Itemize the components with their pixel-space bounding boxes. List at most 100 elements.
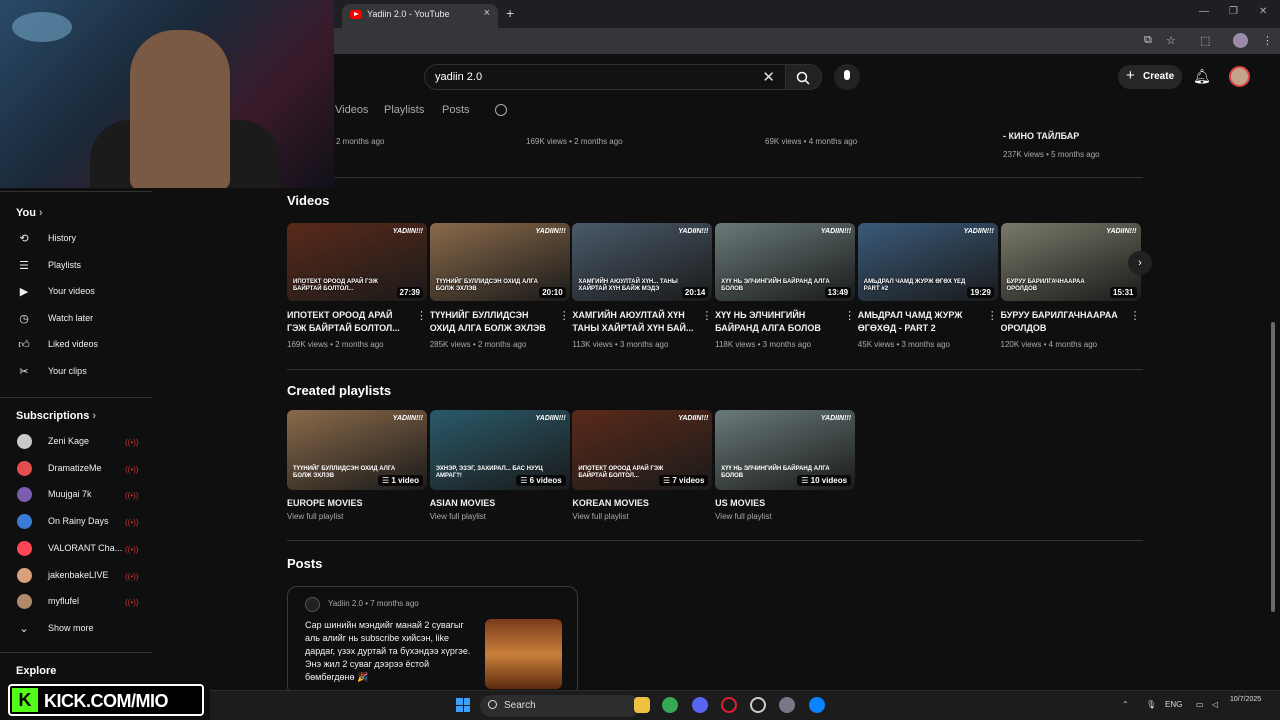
extensions-icon[interactable]: ⬚ — [1200, 34, 1210, 47]
playlist-title[interactable]: KOREAN MOVIES — [572, 498, 712, 508]
search-box[interactable]: yadiin 2.0 ✕ — [424, 64, 786, 90]
subscription-item[interactable]: Muujgai 7k ((•)) — [0, 483, 150, 507]
taskbar-clock[interactable]: 10/7/2025 — [1230, 695, 1261, 705]
network-icon[interactable]: ▭ — [1196, 700, 1204, 709]
maximize-icon[interactable]: ❐ — [1229, 6, 1238, 17]
carousel-next-icon[interactable]: › — [1128, 251, 1152, 275]
playlist-title[interactable]: US MOVIES — [715, 498, 855, 508]
subscription-item[interactable]: DramatizeMe ((•)) — [0, 457, 150, 481]
tab-playlists[interactable]: Playlists — [384, 104, 424, 116]
playlist-thumbnail[interactable]: YADIIN!!! ХҮҮ НЬ ЭЛЧИНГИЙН БАЙРАНД АЛГА … — [715, 410, 856, 490]
opera-icon[interactable] — [721, 697, 737, 713]
video-title[interactable]: ИПОТЕКТ ОРООД АРАЙ ГЭЖ БАЙРТАЙ БОЛТОЛ... — [287, 309, 409, 335]
playlist-title[interactable]: EUROPE MOVIES — [287, 498, 427, 508]
search-input[interactable]: yadiin 2.0 — [435, 71, 482, 83]
browser-tab[interactable]: Yadiin 2.0 - YouTube × — [342, 4, 498, 28]
chrome-icon[interactable] — [662, 697, 678, 713]
video-thumbnail[interactable]: YADIIN!!! ХҮҮ НЬ ЭЛЧИНГИЙН БАЙРАНД АЛГА … — [715, 223, 856, 301]
sidebar-item-playlists[interactable]: ☰ Playlists — [0, 254, 150, 278]
posts-section-title[interactable]: Posts — [287, 556, 322, 571]
subscription-item[interactable]: Zeni Kage ((•)) — [0, 430, 150, 454]
sidebar-item-history[interactable]: ⟲ History — [0, 227, 150, 251]
sidebar-subscriptions-heading[interactable]: Subscriptions › — [16, 410, 96, 422]
video-thumbnail[interactable]: YADIIN!!! БУРУУ БАРИЛГАЧНААРАА ОРОЛДОВ 1… — [1000, 223, 1141, 301]
bookmark-star-icon[interactable]: ☆ — [1166, 34, 1176, 47]
more-actions-icon[interactable]: ⋮ — [987, 309, 998, 322]
sidebar-item-your-videos[interactable]: ▶ Your videos — [0, 280, 150, 304]
discord-icon[interactable] — [692, 697, 708, 713]
video-title[interactable]: ХАМГИЙН АЮУЛТАЙ ХҮН ТАНЫ ХАЙРТАЙ ХҮН БАЙ… — [572, 309, 694, 335]
video-thumbnail[interactable]: YADIIN!!! АМЬДРАЛ ЧАМД ЖУРЖ ӨГӨХ ҮЕД PAR… — [857, 223, 998, 301]
tray-chevron-up-icon[interactable]: ⌃ — [1122, 700, 1129, 709]
view-full-playlist-link[interactable]: View full playlist — [430, 512, 570, 521]
playlist-card[interactable]: YADIIN!!! ИПОТЕКТ ОРООД АРАЙ ГЭЖ БАЙРТАЙ… — [572, 410, 713, 521]
user-avatar[interactable] — [1229, 66, 1250, 87]
playlists-section-title[interactable]: Created playlists — [287, 383, 391, 398]
language-indicator[interactable]: ENG — [1165, 700, 1182, 709]
video-card[interactable]: YADIIN!!! ТҮҮНИЙГ БУЛЛИДСЭН ОХИД АЛГА БО… — [429, 223, 570, 349]
search-button[interactable] — [786, 64, 822, 90]
more-actions-icon[interactable]: ⋮ — [1130, 309, 1141, 322]
page-scrollbar[interactable] — [1270, 100, 1276, 690]
tab-posts[interactable]: Posts — [442, 104, 470, 116]
view-full-playlist-link[interactable]: View full playlist — [287, 512, 427, 521]
post-image[interactable] — [485, 619, 562, 689]
new-tab-icon[interactable]: + — [506, 5, 514, 21]
more-actions-icon[interactable]: ⋮ — [416, 309, 427, 322]
windows-start-icon[interactable] — [456, 698, 470, 712]
voice-search-mic-icon[interactable] — [834, 64, 860, 90]
video-thumbnail[interactable]: YADIIN!!! ТҮҮНИЙГ БУЛЛИДСЭН ОХИД АЛГА БО… — [429, 223, 570, 301]
more-actions-icon[interactable]: ⋮ — [559, 309, 570, 322]
create-button[interactable]: + Create — [1118, 65, 1182, 89]
view-full-playlist-link[interactable]: View full playlist — [715, 512, 855, 521]
playlist-card[interactable]: YADIIN!!! ТҮҮНИЙГ БУЛЛИДСЭН ОХИД АЛГА БО… — [287, 410, 427, 521]
video-card[interactable]: YADIIN!!! БУРУУ БАРИЛГАЧНААРАА ОРОЛДОВ 1… — [1000, 223, 1141, 349]
more-actions-icon[interactable]: ⋮ — [701, 309, 712, 322]
subscription-item[interactable]: On Rainy Days ((•)) — [0, 510, 150, 534]
video-card[interactable]: YADIIN!!! АМЬДРАЛ ЧАМД ЖУРЖ ӨГӨХ ҮЕД PAR… — [857, 223, 998, 349]
playlist-thumbnail[interactable]: YADIIN!!! ТҮҮНИЙГ БУЛЛИДСЭН ОХИД АЛГА БО… — [287, 410, 427, 490]
sidebar-you-heading[interactable]: You › — [16, 207, 43, 219]
sidebar-item-your-clips[interactable]: ✂ Your clips — [0, 360, 150, 384]
video-title[interactable]: - КИНО ТАЙЛБАР — [1003, 131, 1079, 141]
taskbar-search[interactable]: Search — [480, 695, 640, 717]
subscription-item[interactable]: VALORANT Cha... ((•)) — [0, 537, 150, 561]
playlist-thumbnail[interactable]: YADIIN!!! ЭХНЭР, ЭЗЭГ, ЗАХИРАЛ... БАС НУ… — [429, 410, 570, 490]
messenger-icon[interactable] — [809, 697, 825, 713]
video-card[interactable]: YADIIN!!! ХҮҮ НЬ ЭЛЧИНГИЙН БАЙРАНД АЛГА … — [715, 223, 856, 349]
close-window-icon[interactable]: ✕ — [1259, 6, 1267, 17]
videos-section-title[interactable]: Videos — [287, 193, 329, 208]
playlist-card[interactable]: YADIIN!!! ЭХНЭР, ЭЗЭГ, ЗАХИРАЛ... БАС НУ… — [429, 410, 570, 521]
browser-menu-icon[interactable]: ⋮ — [1262, 34, 1273, 47]
subscription-item[interactable]: jakenbakeLIVE ((•)) — [0, 564, 150, 588]
tab-videos[interactable]: Videos — [335, 104, 368, 116]
video-title[interactable]: ТҮҮНИЙГ БУЛЛИДСЭН ОХИД АЛГА БОЛЖ ЭХЛЭВ — [430, 309, 552, 335]
notifications-bell-icon[interactable]: 🔔︎ — [1193, 68, 1211, 85]
minimize-icon[interactable]: — — [1199, 6, 1209, 17]
tab-close-icon[interactable]: × — [484, 7, 490, 19]
channel-search-icon[interactable] — [495, 104, 507, 116]
view-full-playlist-link[interactable]: View full playlist — [572, 512, 712, 521]
playlist-card[interactable]: YADIIN!!! ХҮҮ НЬ ЭЛЧИНГИЙН БАЙРАНД АЛГА … — [715, 410, 856, 521]
sidebar-show-more[interactable]: ⌄ Show more — [0, 617, 150, 641]
playlist-title[interactable]: ASIAN MOVIES — [430, 498, 570, 508]
volume-icon[interactable]: ◁ — [1212, 700, 1218, 709]
sidebar-item-liked-videos[interactable]: 👍︎ Liked videos — [0, 333, 150, 357]
video-card[interactable]: YADIIN!!! ИПОТЕКТ ОРООД АРАЙ ГЭЖ БАЙРТАЙ… — [287, 223, 427, 349]
video-title[interactable]: БУРУУ БАРИЛГАЧНААРАА ОРОЛДОВ — [1001, 309, 1123, 335]
video-thumbnail[interactable]: YADIIN!!! ИПОТЕКТ ОРООД АРАЙ ГЭЖ БАЙРТАЙ… — [287, 223, 427, 301]
video-card[interactable]: YADIIN!!! ХАМГИЙН АЮУЛТАЙ ХҮН... ТАНЫ ХА… — [572, 223, 713, 349]
channel-avatar[interactable] — [305, 597, 320, 612]
video-title[interactable]: АМЬДРАЛ ЧАМД ЖУРЖ ӨГӨХӨД - PART 2 — [858, 309, 980, 335]
more-actions-icon[interactable]: ⋮ — [844, 309, 855, 322]
app-icon[interactable] — [750, 697, 766, 713]
file-explorer-icon[interactable] — [634, 697, 650, 713]
clear-search-icon[interactable]: ✕ — [762, 68, 775, 86]
scrollbar-thumb[interactable] — [1271, 322, 1275, 612]
video-title[interactable]: ХҮҮ НЬ ЭЛЧИНГИЙН БАЙРАНД АЛГА БОЛОВ — [715, 309, 837, 335]
sidebar-item-watch-later[interactable]: ◷ Watch later — [0, 307, 150, 331]
microphone-icon[interactable]: 🎙︎ — [1146, 700, 1156, 709]
video-thumbnail[interactable]: YADIIN!!! ХАМГИЙН АЮУЛТАЙ ХҮН... ТАНЫ ХА… — [572, 223, 713, 301]
settings-gear-icon[interactable] — [779, 697, 795, 713]
playlist-thumbnail[interactable]: YADIIN!!! ИПОТЕКТ ОРООД АРАЙ ГЭЖ БАЙРТАЙ… — [572, 410, 713, 490]
